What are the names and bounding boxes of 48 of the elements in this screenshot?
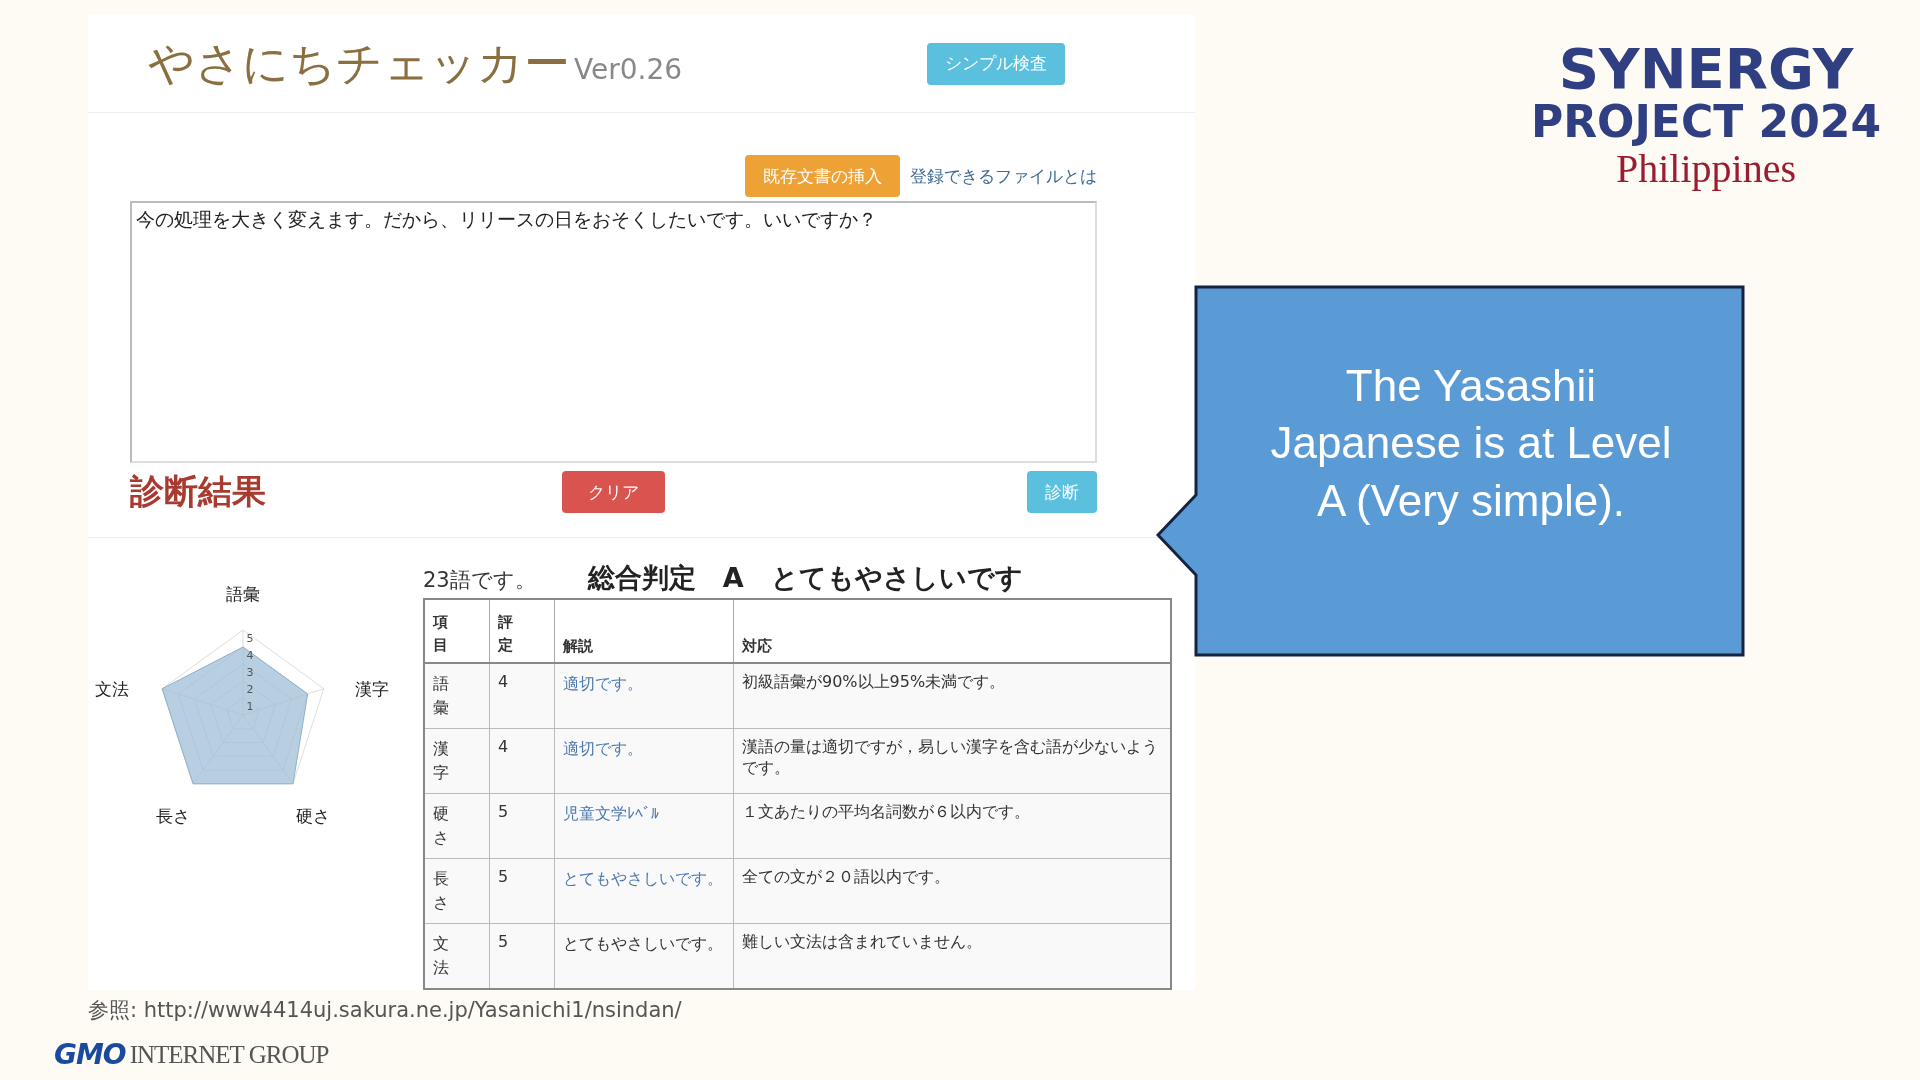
diagnose-button[interactable]: 診断 — [1027, 471, 1097, 513]
tick-label: 2 — [246, 683, 254, 696]
table-cell: 文法 — [424, 923, 490, 989]
table-cell: 5 — [489, 793, 555, 859]
word-count: 23語です。 — [423, 567, 536, 594]
table-cell: 4 — [489, 663, 555, 729]
table-cell: 初級語彙が90%以上95%未満です。 — [733, 663, 1171, 729]
results-heading: 診断結果 — [130, 470, 267, 513]
event-logo-title: SYNERGY — [1558, 40, 1854, 99]
table-cell: 適切です。 — [554, 728, 734, 794]
table-cell: 長さ — [424, 858, 490, 924]
axis-label: 語彙 — [226, 584, 260, 604]
table-cell: とてもやさしいです。 — [554, 923, 734, 989]
callout-text: The Yasashii Japanese is at Level A (Very simple). — [1269, 360, 1673, 527]
table-cell: 語彙 — [424, 663, 490, 729]
app-title: やさにちチェッカー — [148, 34, 570, 92]
table-cell: １文あたりの平均名詞数が６以内です。 — [733, 793, 1171, 859]
table-cell: とてもやさしいです。 — [554, 858, 734, 924]
simple-check-button[interactable]: シンプル検査 — [927, 42, 1065, 85]
insert-document-button[interactable]: 既存文書の挿入 — [745, 155, 900, 197]
event-logo-country: Philippines — [1616, 146, 1796, 193]
axis-label: 漢字 — [354, 678, 389, 699]
table-cell: 難しい文法は含まれていません。 — [733, 923, 1171, 989]
company-logo-mark: GMO — [54, 1038, 126, 1071]
tick-label: 5 — [246, 632, 254, 645]
event-logo-subtitle: PROJECT 2024 — [1530, 98, 1881, 145]
table-cell: 5 — [489, 923, 555, 989]
table-cell: 5 — [489, 858, 555, 924]
axis-label: 硬さ — [295, 805, 330, 826]
table-cell: 硬さ — [424, 793, 490, 859]
tick-label: 1 — [246, 700, 254, 713]
axis-label: 長さ — [156, 805, 191, 826]
version-label: Ver0.26 — [574, 52, 683, 86]
files-link[interactable]: 登録できるファイルとは — [910, 164, 1097, 188]
table-cell: 漢字 — [424, 728, 490, 794]
clear-button[interactable]: クリア — [562, 471, 665, 513]
table-cell: 全ての文が２０語以内です。 — [733, 858, 1171, 924]
table-cell: 漢語の量は適切ですが，易しい漢字を含む語が少ないようです。 — [733, 728, 1171, 794]
tick-label: 4 — [246, 649, 254, 662]
tick-label: 3 — [246, 666, 254, 679]
text-input[interactable]: 今の処理を大きく変えます。だから、リリースの日をおそくしたいです。いいですか？ — [130, 201, 1097, 463]
table-cell: 児童文学ﾚﾍﾞﾙ — [554, 793, 734, 859]
axis-label: 文法 — [95, 678, 130, 699]
table-cell: 4 — [489, 728, 555, 794]
source-note: 参照: http://www4414uj.sakura.ne.jp/Yasanichi1/nsindan/ — [88, 997, 683, 1024]
table-cell: 適切です。 — [554, 663, 734, 729]
overall-verdict: 総合判定 A とてもやさしいです — [587, 561, 1023, 595]
company-logo-text: INTERNET GROUP — [129, 1040, 329, 1069]
